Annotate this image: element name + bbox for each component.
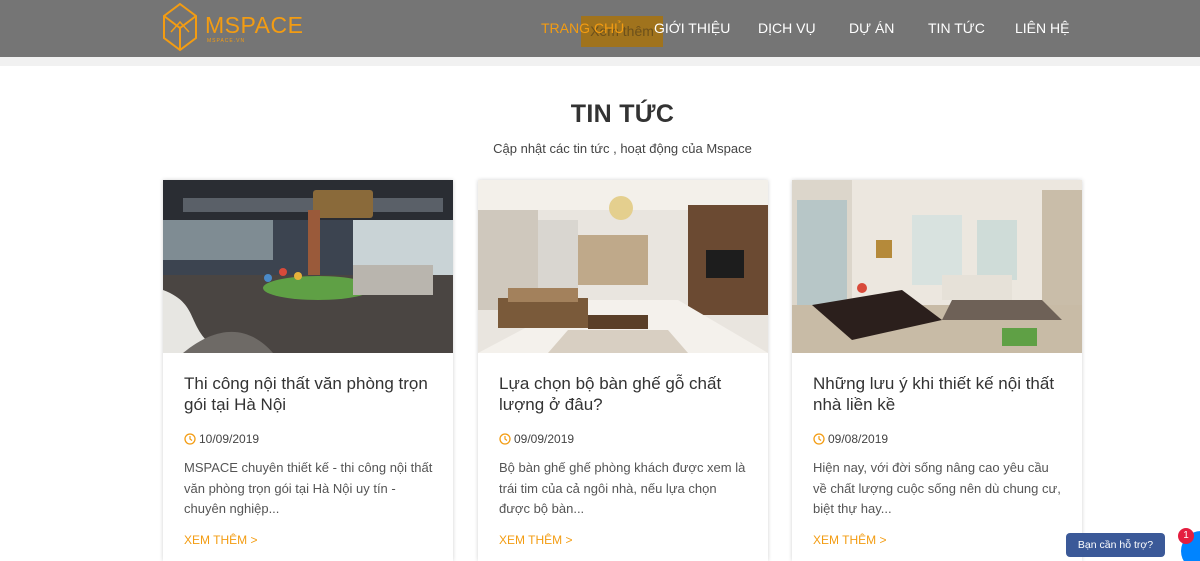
news-card-title[interactable]: Những lưu ý khi thiết kế nội thất nhà li… (813, 373, 1063, 415)
nav-item-tin-tuc[interactable]: TIN TỨC (928, 19, 985, 37)
news-card-date-text: 10/09/2019 (199, 432, 260, 446)
living-room-image[interactable] (478, 180, 768, 353)
site-logo[interactable]: MSPACE MSPACE.VN (162, 2, 303, 52)
news-card[interactable]: Lựa chọn bộ bàn ghế gỗ chất lượng ở đâu?… (478, 180, 768, 561)
news-card-excerpt: Hiện nay, với đời sống nâng cao yêu cầu … (813, 460, 1061, 516)
support-chat-button[interactable]: Bạn cần hỗ trợ? (1066, 533, 1165, 557)
logo-text: MSPACE (205, 12, 304, 38)
logo-mark-icon (163, 2, 197, 52)
logo-tagline: MSPACE.VN (207, 38, 246, 44)
header-divider (0, 57, 1200, 66)
nav-item-dich-vu[interactable]: DỊCH VỤ (758, 19, 816, 37)
news-card-excerpt: MSPACE chuyên thiết kế - thi công nội th… (184, 460, 433, 516)
news-card[interactable]: Thi công nội thất văn phòng trọn gói tại… (163, 180, 453, 561)
office-interior-image[interactable] (163, 180, 453, 353)
news-card-date: 09/09/2019 (499, 432, 574, 446)
apartment-dining-image[interactable] (792, 180, 1082, 353)
news-card[interactable]: Những lưu ý khi thiết kế nội thất nhà li… (792, 180, 1082, 561)
news-card-date: 09/08/2019 (813, 432, 888, 446)
unread-count-badge: 1 (1178, 528, 1194, 544)
news-card-date-text: 09/08/2019 (828, 432, 889, 446)
site-header: MSPACE MSPACE.VN Xem thêm TRANG CHỦ GIỚI… (0, 0, 1200, 57)
read-more-link[interactable]: XEM THÊM > (813, 533, 886, 547)
news-card-excerpt: Bộ bàn ghế ghế phòng khách được xem là t… (499, 460, 746, 516)
nav-item-gioi-thieu[interactable]: GIỚI THIỆU (654, 19, 730, 37)
clock-icon (499, 433, 511, 445)
read-more-link[interactable]: XEM THÊM > (499, 533, 572, 547)
news-card-date: 10/09/2019 (184, 432, 259, 446)
section-title: TIN TỨC (570, 100, 675, 128)
clock-icon (184, 433, 196, 445)
nav-item-lien-he[interactable]: LIÊN HỆ (1015, 19, 1069, 37)
nav-item-du-an[interactable]: DỰ ÁN (849, 19, 894, 37)
read-more-link[interactable]: XEM THÊM > (184, 533, 257, 547)
nav-item-trang-chu[interactable]: TRANG CHỦ (541, 19, 624, 37)
news-card-title[interactable]: Thi công nội thất văn phòng trọn gói tại… (184, 373, 434, 415)
section-subtitle: Cập nhật các tin tức , hoạt động của Msp… (493, 141, 752, 156)
clock-icon (813, 433, 825, 445)
news-card-title[interactable]: Lựa chọn bộ bàn ghế gỗ chất lượng ở đâu? (499, 373, 749, 415)
news-card-date-text: 09/09/2019 (514, 432, 575, 446)
